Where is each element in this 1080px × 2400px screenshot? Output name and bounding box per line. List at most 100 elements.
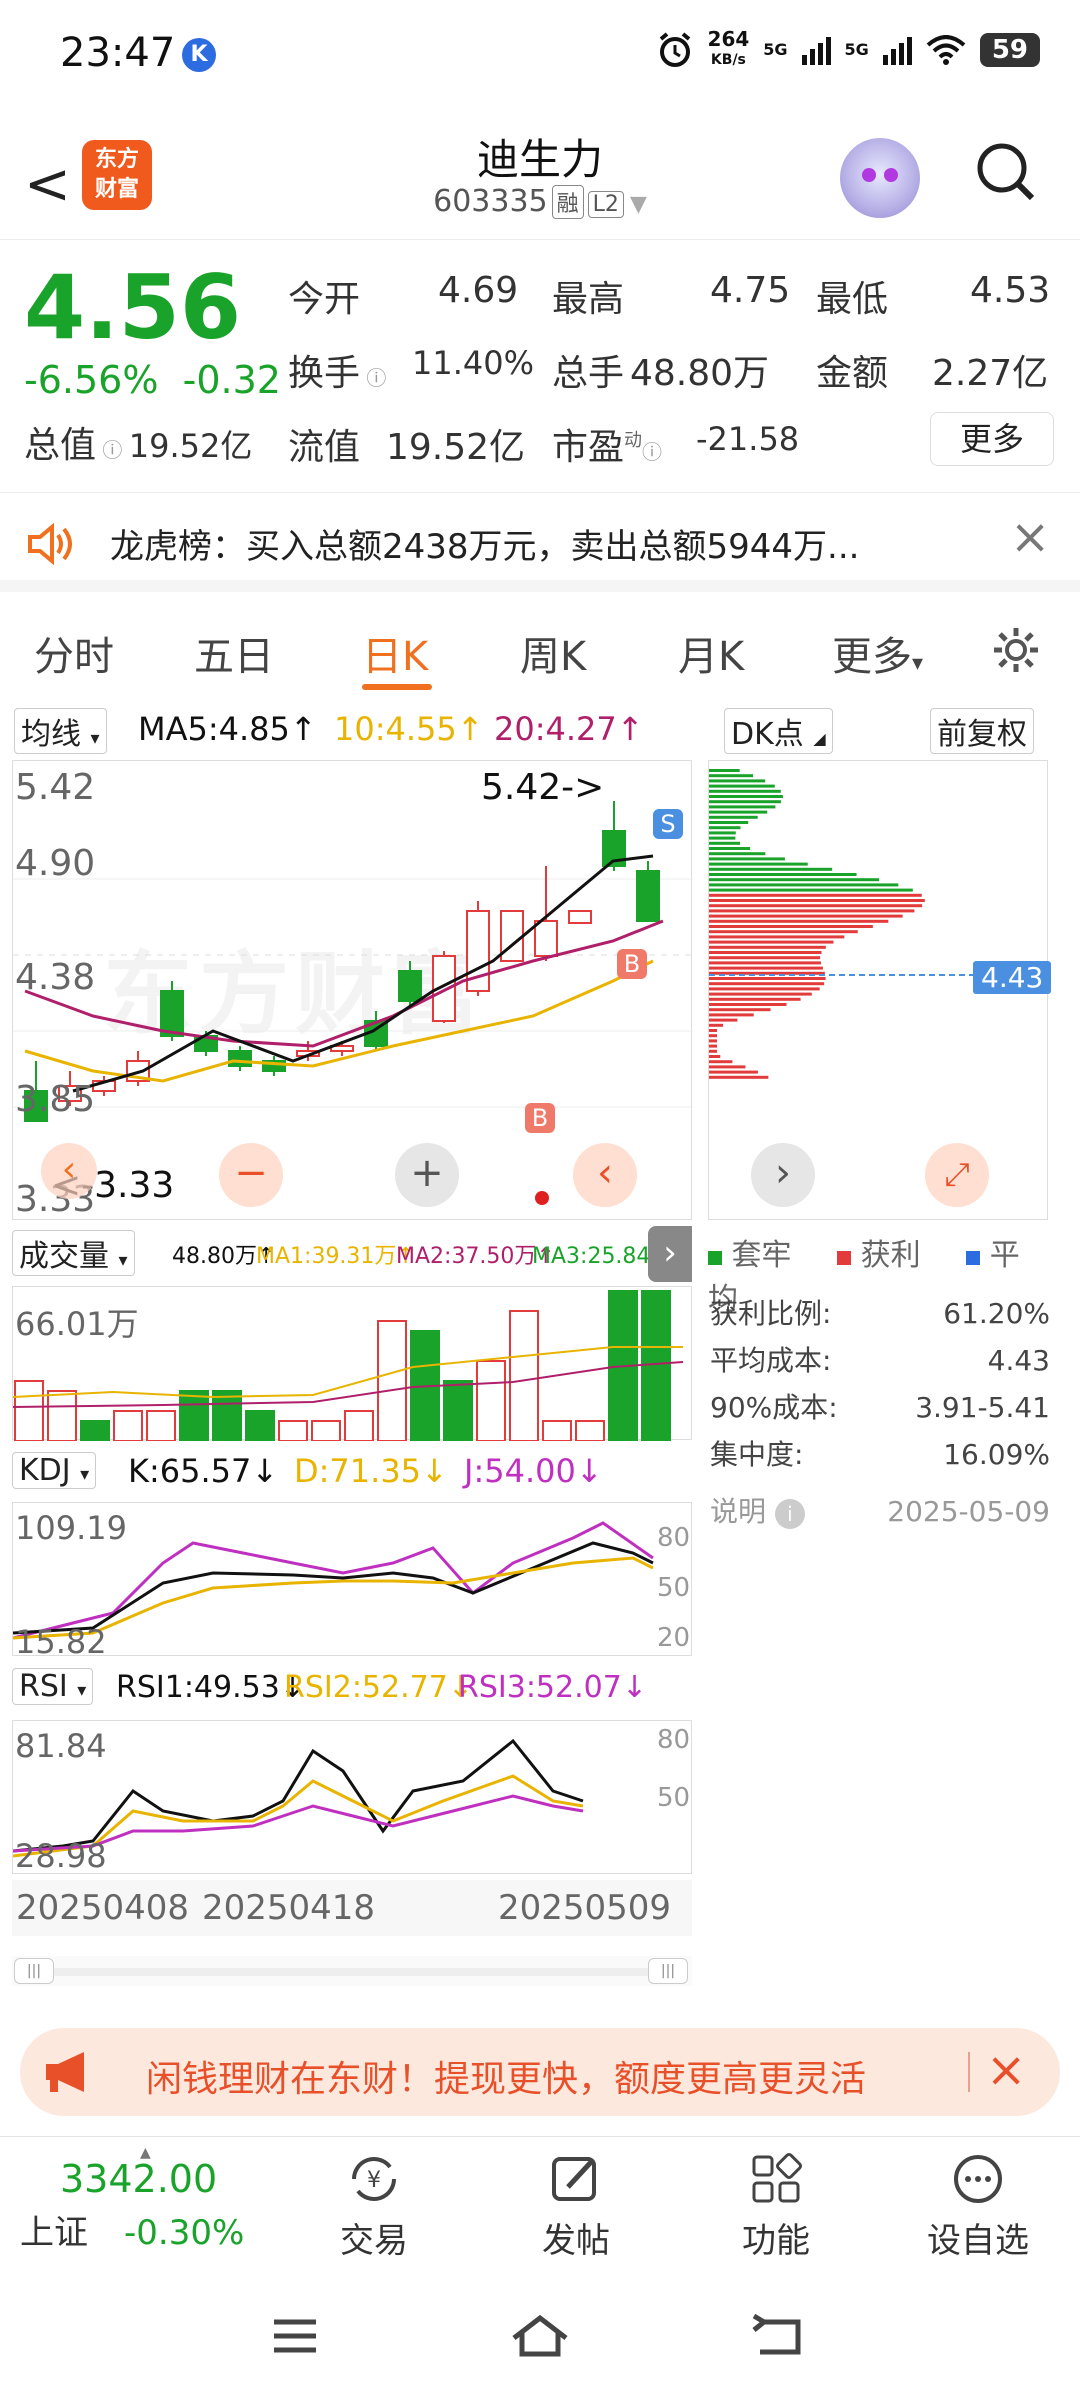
open-value: 4.69 [438,270,519,311]
kdj-chart[interactable]: 109.19 15.82 80 50 20 [12,1502,692,1661]
settings-gear-icon[interactable] [990,624,1042,676]
rsi-ref-50: 50 [657,1783,691,1813]
chip-bar [709,769,740,772]
tab-intraday[interactable]: 分时 [34,624,114,682]
chip-bar [709,1049,717,1053]
tab-monthly-k[interactable]: 月K [678,624,744,682]
pan-left-icon[interactable]: ‹ [573,1143,637,1207]
tab-five-day[interactable]: 五日 [194,624,274,682]
chip-bar [709,956,821,960]
zoom-out-icon[interactable]: − [219,1143,283,1207]
nav-trade[interactable]: ¥ 交易 [294,2151,454,2262]
total-mcap: 总值 ⓘ 19.52亿 [24,425,253,466]
quote-panel: 4.56 -6.56% -0.32 总值 ⓘ 19.52亿 今开 4.69 最高… [0,240,1080,490]
dragon-tiger-banner[interactable]: 龙虎榜：买入总额2438万元，卖出总额5944万... × [0,492,1080,592]
chip-next-icon[interactable]: › [751,1143,815,1207]
back-nav-icon[interactable] [750,2314,806,2358]
tab-weekly-k[interactable]: 周K [520,624,586,682]
tab-more[interactable]: 更多▾ [832,624,923,682]
robot-assistant-icon[interactable] [840,138,920,218]
nav-add-watchlist[interactable]: 设自选 [898,2151,1058,2262]
chip-bar [709,930,858,934]
chip-bar [709,774,754,778]
close-promo-icon[interactable]: × [986,2042,1026,2098]
trade-icon: ¥ [352,2157,396,2201]
volume-chart[interactable]: 66.01万 [12,1286,692,1441]
rsi-select[interactable]: RSI ▾ [12,1668,94,1705]
chip-bar [709,899,925,902]
nav-functions[interactable]: 功能 [696,2151,856,2262]
chip-distribution-chart[interactable]: 4.43 › ⤢ [708,760,1052,1220]
y-label-2: 4.90 [15,843,96,884]
menu-icon[interactable] [270,2316,320,2356]
volume-bar [641,1290,671,1441]
rsi-ref-80: 80 [657,1725,691,1755]
chip-bar [709,914,903,918]
turnover-value: 11.40% [412,344,535,382]
volume-bar [311,1420,341,1441]
more-quote-button[interactable]: 更多 [930,412,1054,466]
low-value: 4.53 [970,270,1051,311]
period-tabs: 分时 五日 日K 周K 月K 更多▾ [0,604,1080,694]
buy-point-badge[interactable]: B [617,949,647,979]
chip-bar [709,982,825,986]
expand-indicators-icon[interactable]: › [648,1226,692,1282]
scroll-handle-right[interactable]: ||| [648,1958,688,1984]
pe-value: -21.58 [696,420,800,458]
scroll-handle-left[interactable]: ||| [14,1958,54,1984]
volume-bar [146,1410,176,1441]
chart-scrollbar[interactable]: ||| ||| [12,1956,692,1986]
chip-bar [709,961,821,965]
volume-bar [509,1310,539,1441]
float-value: 19.52亿 [386,427,526,468]
chip-bar [709,1070,758,1074]
close-dragon-icon[interactable]: × [1010,509,1050,565]
dk-point-select[interactable]: DK点 ◢ [724,708,833,754]
dragon-text: 龙虎榜：买入总额2438万元，卖出总额5944万... [110,527,860,567]
kdj-y-bottom: 15.82 [15,1623,107,1661]
volume-select[interactable]: 成交量 ▾ [12,1230,135,1276]
float-label: 流值 [288,427,361,468]
more-dots-icon [954,2155,1002,2203]
amount-label: 金额 [816,353,889,394]
chart-prev-icon[interactable]: ‹ [41,1143,97,1199]
grid-icon [752,2153,802,2203]
chip-bar [709,841,741,845]
volume-bar [344,1410,374,1441]
chip-bar [709,1065,746,1069]
buy-point-badge-2[interactable]: B [525,1103,555,1133]
ma20-line [24,919,664,1048]
net2-label: 5G [844,40,869,59]
volume-bar [443,1380,473,1441]
rsi-chart[interactable]: 81.84 28.98 80 50 [12,1720,692,1875]
search-icon[interactable] [974,140,1038,204]
active-tab-indicator [362,684,432,690]
promo-banner[interactable]: 闲钱理财在东财！提现更快，额度更高更灵活 × [20,2028,1060,2116]
kline-chart[interactable]: 东方财富 5.42 4.90 4.38 3.85 3.33 5.42-> <-3… [12,760,693,1220]
chip-bar [709,1013,754,1017]
bottom-nav: ▲ 3342.00 上证 -0.30% ¥ 交易 发帖 功能 设自选 [0,2136,1080,2270]
info-icon[interactable]: i [774,1499,805,1529]
ma-legend-row: 均线 ▾ MA5:4.85↑ 10:4.55↑ 20:4.27↑ DK点 ◢ 前… [14,708,1074,754]
price-change: -6.56% -0.32 [24,358,281,402]
ma-select[interactable]: 均线 ▾ [14,708,107,754]
expand-icon[interactable]: ⤢ [925,1143,989,1207]
chip-bar [709,909,915,913]
zoom-in-icon[interactable]: + [395,1143,459,1207]
nav-post[interactable]: 发帖 [496,2151,656,2262]
index-ticker[interactable]: ▲ 3342.00 上证 -0.30% [20,2145,300,2254]
chip-bar [709,831,736,835]
concentration-row: 集中度: 16.09% [710,1438,1050,1471]
sell-point-badge[interactable]: S [653,809,683,839]
chip-bar [709,805,776,809]
kdj-select[interactable]: KDJ ▾ [12,1452,97,1489]
ma10-legend: 10:4.55↑ [334,710,484,748]
dropdown-icon: ▼ [629,192,647,217]
tab-daily-k[interactable]: 日K [362,624,428,682]
chip-bar [709,966,823,970]
chip-bar [709,945,826,949]
forward-adjust-button[interactable]: 前复权 [930,708,1034,754]
home-icon[interactable] [508,2312,572,2360]
chip-note-row[interactable]: 说明 i 2025-05-09 [710,1488,1050,1535]
status-bar: 23:47 K 264 KB/s 5G 5G 59 [0,0,1080,110]
